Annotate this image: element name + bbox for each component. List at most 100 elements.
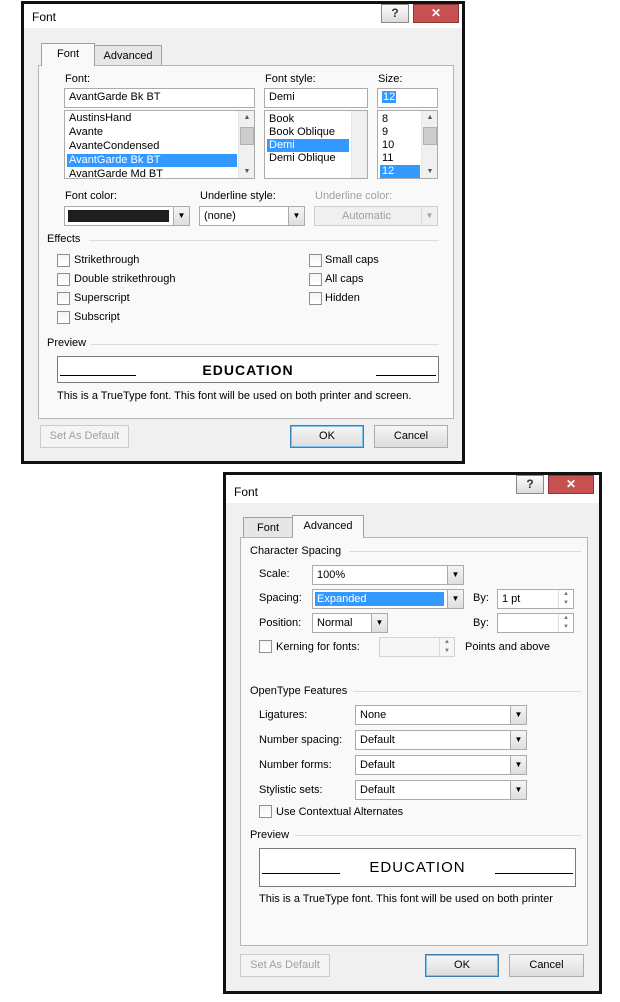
ok-button[interactable]: OK (425, 954, 499, 977)
hidden-label[interactable]: Hidden (325, 292, 360, 304)
help-button[interactable]: ? (381, 4, 409, 23)
font-input[interactable]: AvantGarde Bk BT (64, 88, 255, 108)
chevron-down-icon[interactable]: ▼ (447, 566, 463, 584)
list-item[interactable]: 11 (380, 152, 420, 165)
position-combo[interactable]: Normal ▼ (312, 613, 388, 633)
subscript-checkbox[interactable] (57, 311, 70, 324)
scroll-up-icon[interactable]: ▲ (239, 111, 254, 124)
font-dialog-advanced: Font ? ✕ Font Advanced Character Spacing… (223, 472, 602, 994)
tab-advanced[interactable]: Advanced (94, 45, 162, 66)
list-item[interactable]: AvanteCondensed (67, 140, 237, 153)
list-item-selected[interactable]: 12 (380, 165, 420, 178)
stylistic-sets-combo[interactable]: Default ▼ (355, 780, 527, 800)
position-label: Position: (259, 617, 302, 629)
list-item[interactable]: AustinsHand (67, 112, 237, 125)
chevron-down-icon[interactable]: ▼ (510, 781, 526, 799)
list-item[interactable]: 10 (380, 139, 420, 152)
list-item[interactable]: Book (267, 113, 349, 126)
tab-font[interactable]: Font (243, 517, 293, 538)
cancel-button[interactable]: Cancel (509, 954, 584, 977)
scroll-up-icon[interactable]: ▲ (422, 111, 437, 124)
spinner-down-icon[interactable]: ▼ (440, 647, 454, 656)
scroll-thumb[interactable] (423, 127, 437, 145)
preview-note: This is a TrueType font. This font will … (57, 390, 412, 402)
ligatures-combo[interactable]: None ▼ (355, 705, 527, 725)
font-style-scrollbar[interactable] (351, 111, 367, 178)
list-item[interactable]: 8 (380, 113, 420, 126)
ok-button[interactable]: OK (290, 425, 364, 448)
small-caps-label[interactable]: Small caps (325, 254, 379, 266)
all-caps-label[interactable]: All caps (325, 273, 364, 285)
preview-divider (91, 344, 439, 345)
spacing-combo[interactable]: Expanded ▼ (312, 589, 464, 609)
size-list-scrollbar[interactable]: ▲ ▼ (421, 111, 437, 178)
spacing-by-spinner[interactable]: 1 pt ▲ ▼ (497, 589, 574, 609)
subscript-label[interactable]: Subscript (74, 311, 120, 323)
kerning-spinner[interactable]: ▲ ▼ (379, 637, 455, 657)
size-list[interactable]: 8 9 10 11 12 ▲ ▼ (377, 110, 438, 179)
spinner-down-icon[interactable]: ▼ (559, 623, 573, 632)
font-style-list[interactable]: Book Book Oblique Demi Demi Oblique (264, 110, 368, 179)
chevron-down-icon[interactable]: ▼ (288, 207, 304, 225)
list-item-selected[interactable]: AvantGarde Bk BT (67, 154, 237, 167)
chevron-down-icon[interactable]: ▼ (510, 731, 526, 749)
strikethrough-label[interactable]: Strikethrough (74, 254, 139, 266)
tab-font[interactable]: Font (41, 43, 95, 66)
tab-advanced[interactable]: Advanced (292, 515, 364, 538)
position-by-spinner[interactable]: ▲ ▼ (497, 613, 574, 633)
chevron-down-icon[interactable]: ▼ (510, 756, 526, 774)
spinner-arrows[interactable]: ▲ ▼ (558, 614, 573, 632)
help-button[interactable]: ? (516, 475, 544, 494)
effects-heading: Effects (47, 233, 81, 245)
kerning-label[interactable]: Kerning for fonts: (276, 641, 360, 653)
number-forms-combo[interactable]: Default ▼ (355, 755, 527, 775)
superscript-checkbox[interactable] (57, 292, 70, 305)
scroll-thumb[interactable] (240, 127, 254, 145)
chevron-down-icon[interactable]: ▼ (173, 207, 189, 225)
list-item[interactable]: Demi Oblique (267, 152, 349, 165)
list-item[interactable]: 9 (380, 126, 420, 139)
small-caps-checkbox[interactable] (309, 254, 322, 267)
list-item[interactable]: Avante (67, 126, 237, 139)
scroll-down-icon[interactable]: ▼ (239, 165, 254, 178)
spinner-up-icon[interactable]: ▲ (440, 638, 454, 647)
scroll-down-icon[interactable]: ▼ (422, 165, 437, 178)
title-bar: Font ? ✕ (24, 4, 462, 28)
contextual-alternates-label[interactable]: Use Contextual Alternates (276, 806, 403, 818)
font-list[interactable]: AustinsHand Avante AvanteCondensed Avant… (64, 110, 255, 179)
number-spacing-label: Number spacing: (259, 734, 343, 746)
spacing-by-label: By: (473, 592, 489, 604)
spinner-arrows[interactable]: ▲ ▼ (439, 638, 454, 656)
preview-sample-text: EDUCATION (369, 859, 466, 876)
hidden-checkbox[interactable] (309, 292, 322, 305)
number-spacing-combo[interactable]: Default ▼ (355, 730, 527, 750)
contextual-alternates-checkbox[interactable] (259, 805, 272, 818)
strikethrough-checkbox[interactable] (57, 254, 70, 267)
spinner-up-icon[interactable]: ▲ (559, 614, 573, 623)
kerning-checkbox[interactable] (259, 640, 272, 653)
close-button[interactable]: ✕ (413, 4, 459, 23)
list-item[interactable]: AvantGarde Md BT (67, 168, 237, 178)
font-style-input[interactable]: Demi (264, 88, 368, 108)
chevron-down-icon[interactable]: ▼ (447, 590, 463, 608)
list-item[interactable]: Book Oblique (267, 126, 349, 139)
tab-advanced-label: Advanced (103, 50, 153, 62)
font-color-combo[interactable]: ▼ (64, 206, 190, 226)
superscript-label[interactable]: Superscript (74, 292, 130, 304)
cancel-button[interactable]: Cancel (374, 425, 448, 448)
chevron-down-icon[interactable]: ▼ (510, 706, 526, 724)
close-button[interactable]: ✕ (548, 475, 594, 494)
spinner-up-icon[interactable]: ▲ (559, 590, 573, 599)
spinner-arrows[interactable]: ▲ ▼ (558, 590, 573, 608)
underline-color-label: Underline color: (315, 190, 393, 202)
double-strikethrough-label[interactable]: Double strikethrough (74, 273, 176, 285)
spinner-down-icon[interactable]: ▼ (559, 599, 573, 608)
font-list-scrollbar[interactable]: ▲ ▼ (238, 111, 254, 178)
chevron-down-icon[interactable]: ▼ (371, 614, 387, 632)
list-item-selected[interactable]: Demi (267, 139, 349, 152)
double-strikethrough-checkbox[interactable] (57, 273, 70, 286)
scale-combo[interactable]: 100% ▼ (312, 565, 464, 585)
underline-style-combo[interactable]: (none) ▼ (199, 206, 305, 226)
all-caps-checkbox[interactable] (309, 273, 322, 286)
size-input[interactable]: 12 (377, 88, 438, 108)
